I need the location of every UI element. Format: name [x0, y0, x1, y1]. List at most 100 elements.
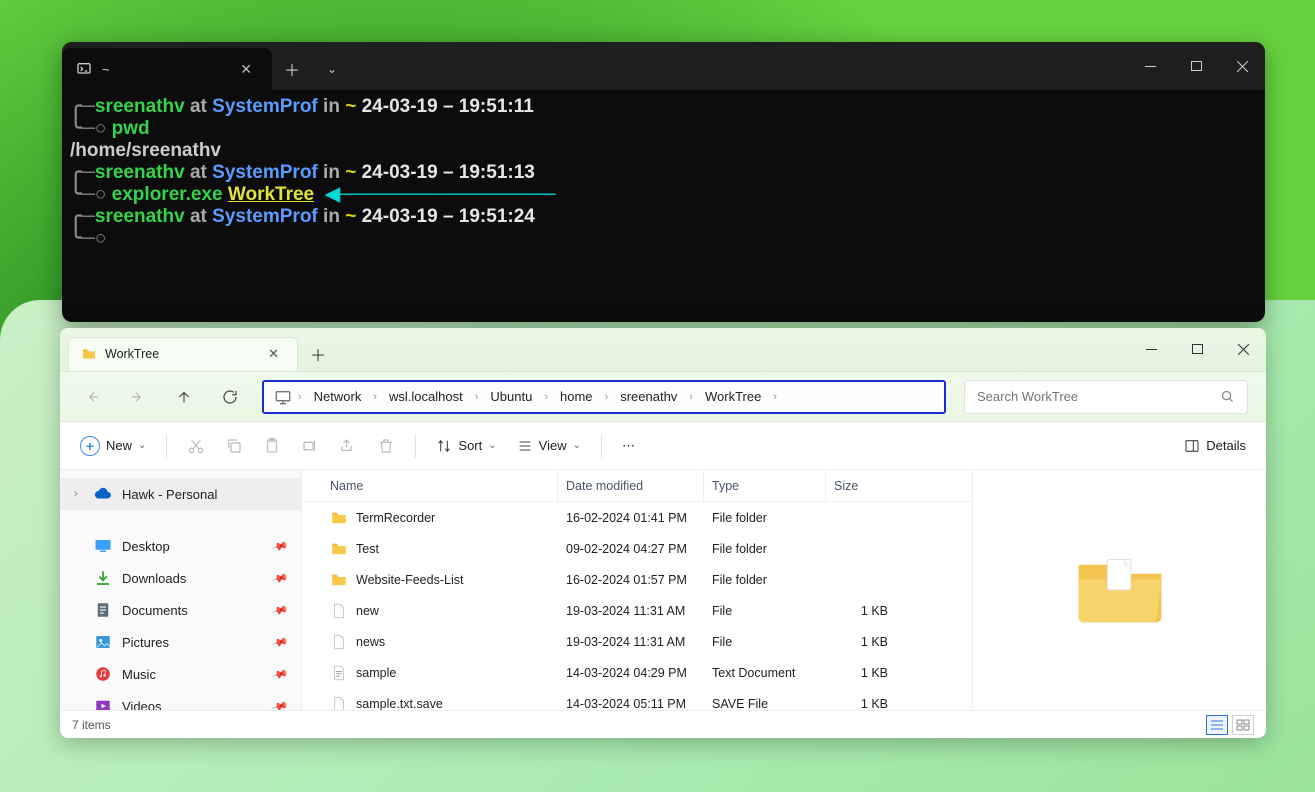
file-date: 09-02-2024 04:27 PM: [558, 542, 704, 556]
folder-icon: [330, 509, 348, 527]
more-button[interactable]: ⋯: [614, 429, 643, 463]
sidebar-item-desktop[interactable]: Desktop📌: [60, 530, 301, 562]
pic-icon: [94, 633, 112, 651]
details-button[interactable]: Details: [1176, 429, 1254, 463]
view-label: View: [539, 438, 567, 453]
plus-icon: +: [80, 436, 100, 456]
minimize-button[interactable]: [1127, 42, 1173, 90]
chevron-right-icon: ›: [475, 391, 479, 403]
pin-icon: 📌: [271, 665, 289, 683]
file-row[interactable]: Website-Feeds-List16-02-2024 01:57 PMFil…: [302, 564, 972, 595]
video-icon: [94, 697, 112, 710]
column-type[interactable]: Type: [704, 470, 826, 501]
column-date[interactable]: Date modified: [558, 470, 704, 501]
file-row[interactable]: TermRecorder16-02-2024 01:41 PMFile fold…: [302, 502, 972, 533]
chevron-right-icon: ›: [605, 391, 609, 403]
explorer-new-tab-button[interactable]: ＋: [298, 337, 338, 371]
file-date: 16-02-2024 01:41 PM: [558, 511, 704, 525]
file-icon: [330, 602, 348, 620]
breadcrumb-wsl.localhost[interactable]: wsl.localhost: [383, 389, 469, 404]
chevron-right-icon: ›: [74, 488, 84, 500]
folder-preview-icon: [1074, 554, 1166, 626]
explorer-close-button[interactable]: [1220, 328, 1266, 372]
breadcrumb-network[interactable]: Network: [308, 389, 368, 404]
explorer-tab-close[interactable]: ✕: [262, 344, 285, 364]
file-row[interactable]: news19-03-2024 11:31 AMFile1 KB: [302, 626, 972, 657]
sidebar-item-documents[interactable]: Documents📌: [60, 594, 301, 626]
sort-button[interactable]: Sort ⌄: [428, 429, 504, 463]
details-view-toggle[interactable]: [1206, 715, 1228, 735]
sidebar-item-downloads[interactable]: Downloads 📌: [60, 562, 301, 594]
breadcrumb-sreenathv[interactable]: sreenathv: [614, 389, 683, 404]
new-button[interactable]: + New ⌄: [72, 429, 154, 463]
pin-icon: 📌: [271, 537, 289, 555]
pin-icon: 📌: [271, 569, 289, 587]
sidebar-item-label: Downloads: [122, 571, 186, 586]
pin-icon: 📌: [271, 633, 289, 651]
view-button[interactable]: View ⌄: [509, 429, 589, 463]
folder-icon: [330, 571, 348, 589]
copy-button[interactable]: [217, 429, 251, 463]
refresh-button[interactable]: [216, 383, 244, 411]
terminal-tab-close[interactable]: ✕: [234, 57, 258, 82]
search-box[interactable]: [964, 380, 1248, 414]
maximize-button[interactable]: [1173, 42, 1219, 90]
forward-button[interactable]: [124, 383, 152, 411]
sidebar-item-label: Videos: [122, 699, 162, 711]
sidebar-item-music[interactable]: Music📌: [60, 658, 301, 690]
chevron-down-icon: ⌄: [573, 440, 581, 451]
address-bar[interactable]: › Network›wsl.localhost›Ubuntu›home›sree…: [262, 380, 946, 414]
sidebar-item-onedrive[interactable]: › Hawk - Personal: [60, 478, 301, 510]
breadcrumb-home[interactable]: home: [554, 389, 599, 404]
pin-icon: 📌: [271, 601, 289, 619]
explorer-body: › Hawk - Personal Desktop📌Downloads📌Docu…: [60, 470, 1266, 710]
column-size[interactable]: Size: [826, 470, 902, 501]
folder-icon: [330, 540, 348, 558]
terminal-content[interactable]: ╭─sreenathv at SystemProf in ~ 24-03-19 …: [62, 90, 1265, 256]
column-name[interactable]: Name: [302, 470, 558, 501]
close-button[interactable]: [1219, 42, 1265, 90]
sidebar-item-videos[interactable]: Videos 📌: [60, 690, 301, 710]
file-size: 1 KB: [826, 666, 902, 680]
file-type: File folder: [704, 511, 826, 525]
terminal-tab-dropdown[interactable]: ⌄: [312, 50, 352, 88]
up-button[interactable]: [170, 383, 198, 411]
sort-label: Sort: [458, 438, 482, 453]
explorer-maximize-button[interactable]: [1174, 328, 1220, 372]
file-row[interactable]: new19-03-2024 11:31 AMFile1 KB: [302, 595, 972, 626]
file-name: sample.txt.save: [356, 697, 443, 711]
delete-button[interactable]: [369, 429, 403, 463]
explorer-minimize-button[interactable]: [1128, 328, 1174, 372]
sidebar-item-pictures[interactable]: Pictures📌: [60, 626, 301, 658]
breadcrumb-worktree[interactable]: WorkTree: [699, 389, 767, 404]
paste-button[interactable]: [255, 429, 289, 463]
terminal-tab[interactable]: ~ ✕: [62, 48, 272, 90]
rename-button[interactable]: [293, 429, 327, 463]
file-name: sample: [356, 666, 396, 680]
file-row[interactable]: sample.txt.save14-03-2024 05:11 PMSAVE F…: [302, 688, 972, 710]
file-name: news: [356, 635, 385, 649]
pin-icon: 📌: [271, 697, 289, 710]
status-bar: 7 items: [60, 710, 1266, 738]
terminal-new-tab-button[interactable]: ＋: [272, 50, 312, 88]
file-type: File: [704, 635, 826, 649]
explorer-tab[interactable]: WorkTree ✕: [68, 337, 298, 371]
share-button[interactable]: [331, 429, 365, 463]
file-name: new: [356, 604, 379, 618]
desktop-icon: [94, 537, 112, 555]
file-date: 19-03-2024 11:31 AM: [558, 635, 704, 649]
music-icon: [94, 665, 112, 683]
cut-button[interactable]: [179, 429, 213, 463]
file-icon: [330, 695, 348, 711]
divider: [166, 434, 167, 458]
search-input[interactable]: [977, 389, 1212, 404]
file-explorer-window: WorkTree ✕ ＋ › Network › wsl.localhost › Ubu…: [60, 328, 1266, 738]
file-row[interactable]: Test09-02-2024 04:27 PMFile folder: [302, 533, 972, 564]
file-list[interactable]: ︿ Name Date modified Type Size TermRecor…: [302, 470, 972, 710]
back-button[interactable]: [78, 383, 106, 411]
breadcrumb-ubuntu[interactable]: Ubuntu: [484, 389, 538, 404]
navigation-pane[interactable]: › Hawk - Personal Desktop📌Downloads📌Docu…: [60, 470, 302, 710]
file-icon: [330, 633, 348, 651]
file-row[interactable]: sample14-03-2024 04:29 PMText Document1 …: [302, 657, 972, 688]
thumbnails-view-toggle[interactable]: [1232, 715, 1254, 735]
